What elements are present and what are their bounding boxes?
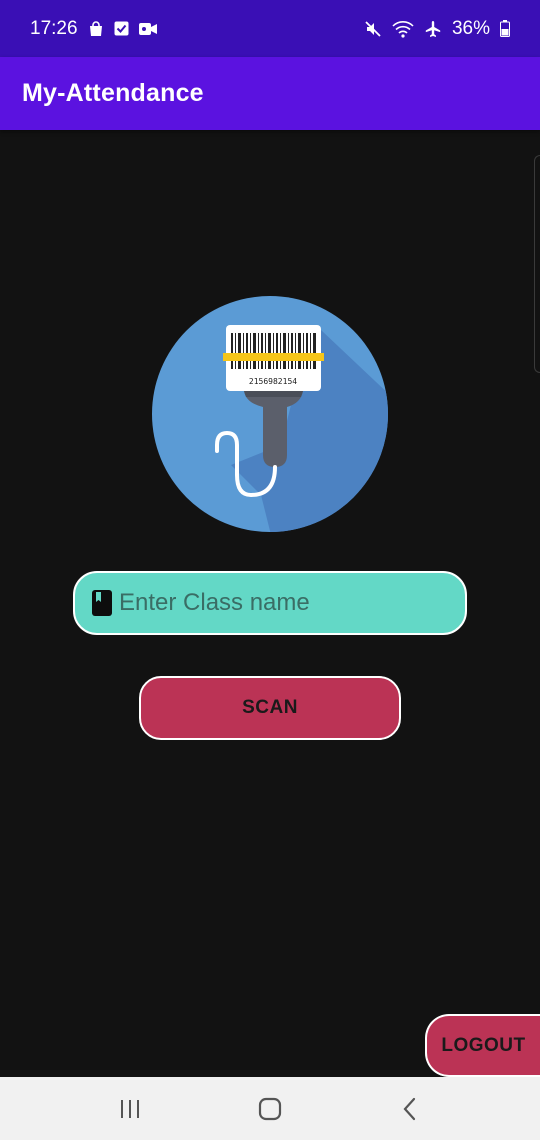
class-name-field[interactable] bbox=[73, 571, 467, 635]
app-title: My-Attendance bbox=[22, 79, 204, 107]
status-left: 17:26 bbox=[30, 18, 157, 40]
status-right: 36% bbox=[364, 18, 510, 40]
battery-icon bbox=[500, 20, 510, 37]
scroll-edge-indicator bbox=[534, 155, 540, 373]
back-icon[interactable] bbox=[380, 1084, 440, 1134]
airplane-icon bbox=[424, 20, 442, 38]
status-bar: 17:26 36% bbox=[0, 0, 540, 57]
video-camera-icon bbox=[138, 22, 157, 36]
battery-text: 36% bbox=[451, 17, 490, 39]
status-time: 17:26 bbox=[30, 17, 78, 39]
recent-apps-icon[interactable] bbox=[100, 1084, 160, 1134]
wifi-icon bbox=[392, 20, 414, 38]
home-icon[interactable] bbox=[240, 1084, 300, 1134]
scan-button[interactable]: SCAN bbox=[139, 676, 401, 740]
barcode-digits: 2156982154 bbox=[249, 377, 297, 386]
logout-button[interactable]: LOGOUT bbox=[425, 1014, 540, 1077]
barcode-scanner-icon: 2156982154 bbox=[151, 295, 389, 533]
shopping-bag-icon bbox=[88, 20, 104, 37]
app-bar: My-Attendance bbox=[0, 57, 540, 130]
mute-icon bbox=[364, 20, 382, 38]
checkbox-icon bbox=[114, 21, 129, 36]
book-icon bbox=[91, 589, 113, 617]
system-nav-bar bbox=[0, 1077, 540, 1140]
class-name-input[interactable] bbox=[119, 573, 465, 633]
screen: 17:26 36% My-Attendance 2156982154 Enter… bbox=[0, 0, 540, 1140]
